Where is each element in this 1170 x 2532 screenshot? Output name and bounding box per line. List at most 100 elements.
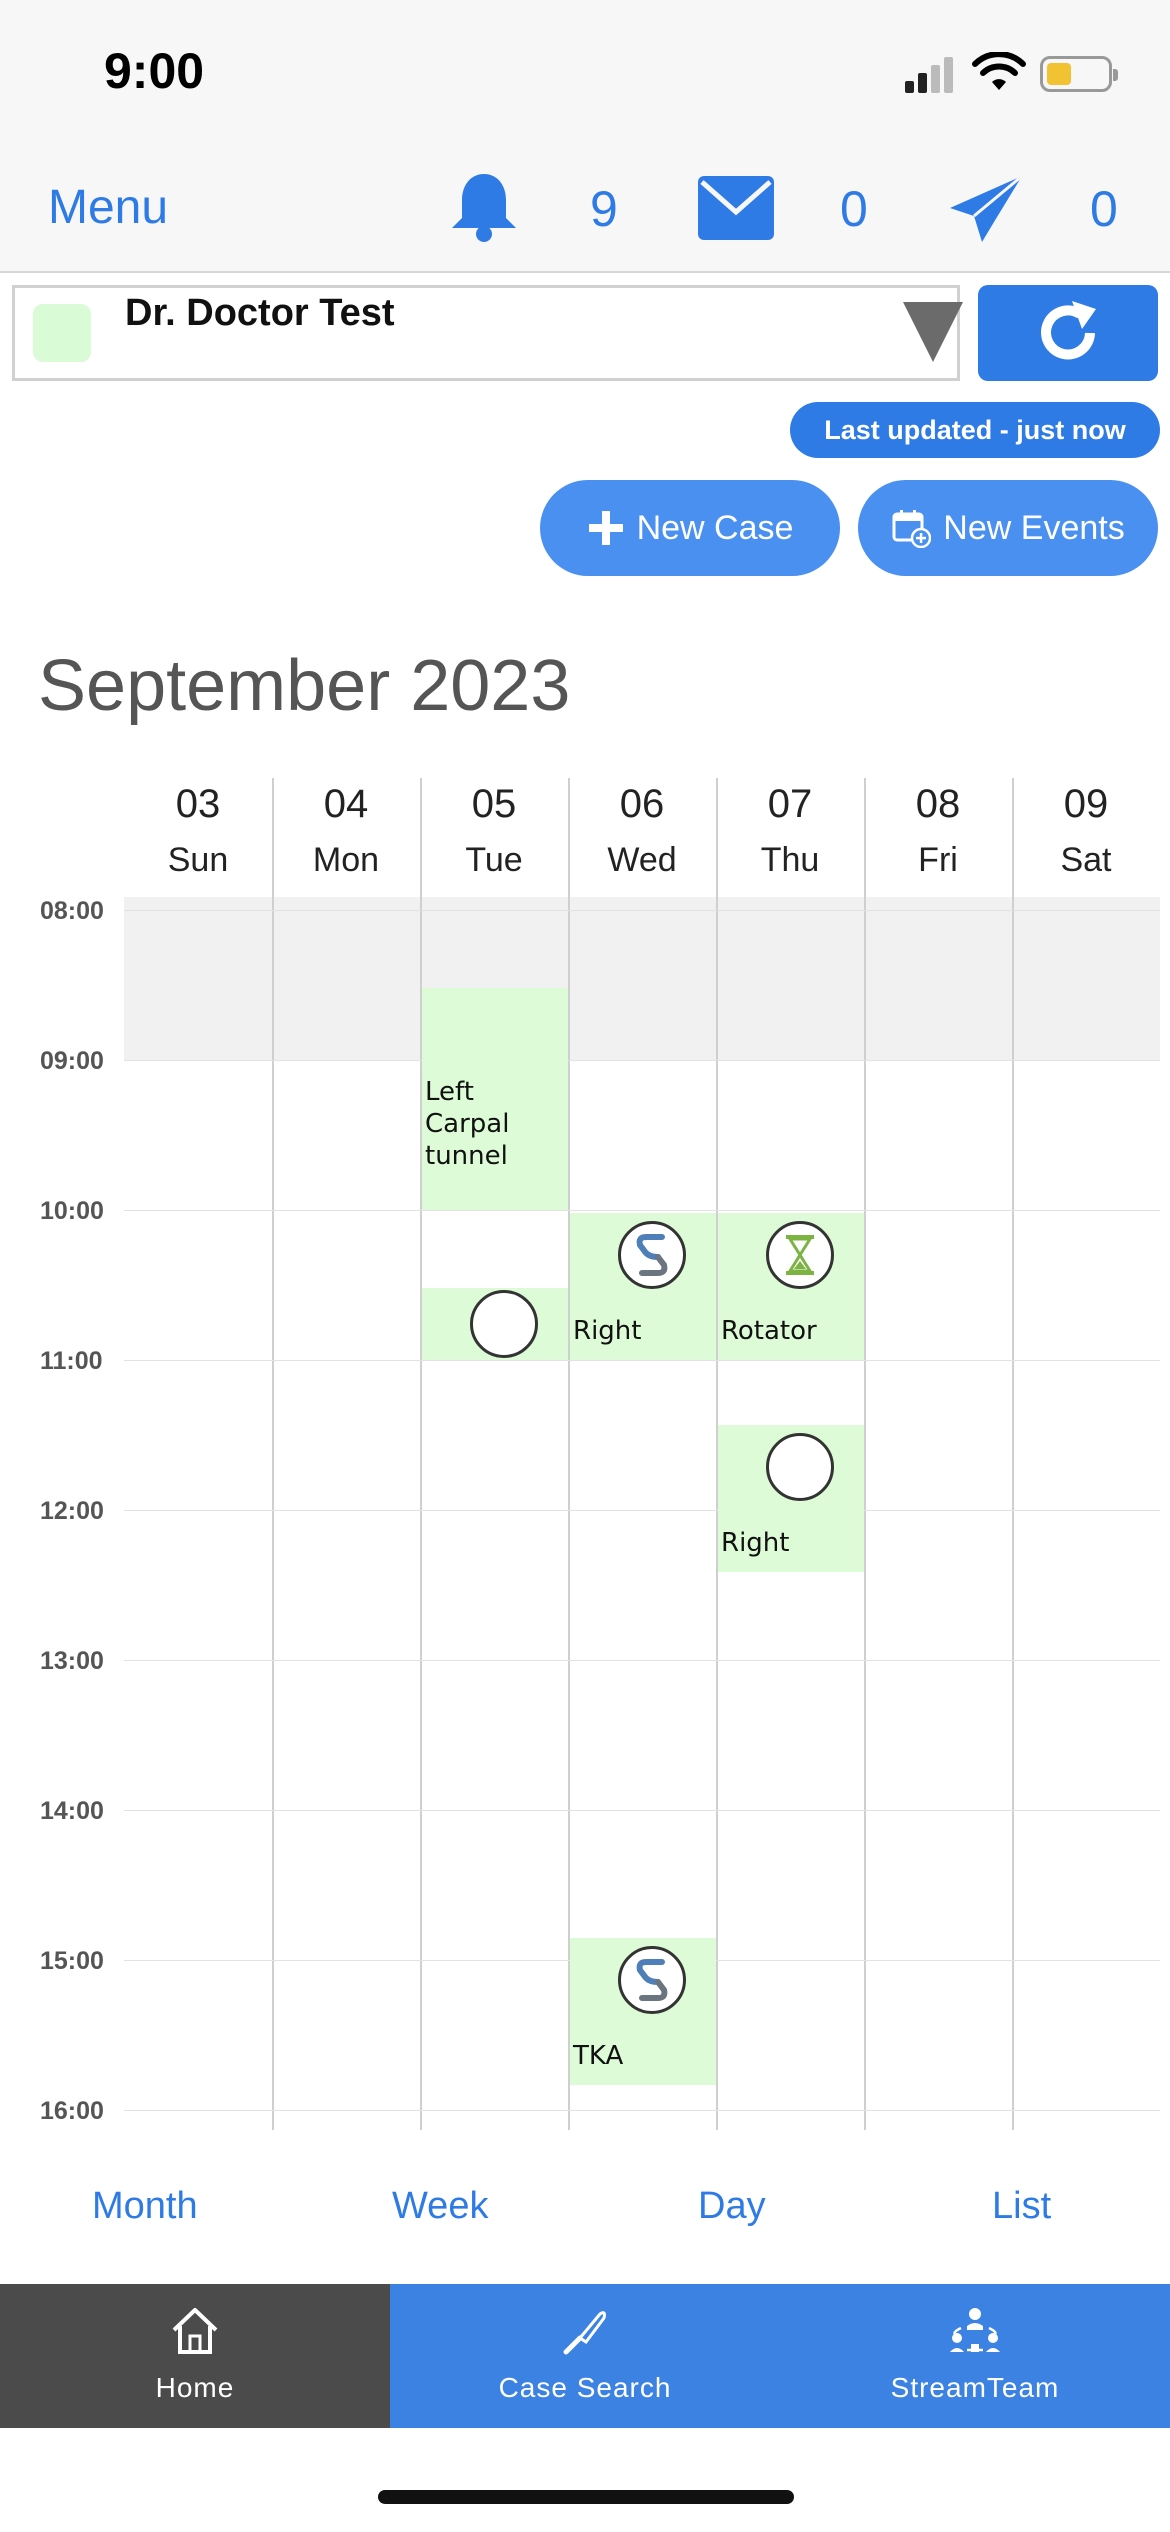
calendar-event[interactable]: Right	[718, 1425, 864, 1572]
week-calendar: 03 Sun 04 Mon 05 Tue 06 Wed 07 Thu 08 Fr…	[0, 770, 1170, 2130]
day-header-sat[interactable]: 09 Sat	[1012, 770, 1160, 890]
day-header-thu[interactable]: 07 Thu	[716, 770, 864, 890]
new-case-label: New Case	[636, 508, 794, 547]
dropdown-caret-icon	[903, 302, 963, 362]
cellular-signal-icon	[905, 55, 957, 93]
menu-button[interactable]: Menu	[48, 180, 168, 235]
hour-label: 15:00	[40, 1947, 104, 1975]
status-bar: 9:00	[0, 0, 1170, 140]
top-nav-bar: Menu 9 0 0	[0, 140, 1170, 273]
calendar-event[interactable]: Right	[570, 1213, 716, 1360]
envelope-icon[interactable]	[698, 176, 774, 240]
status-time: 9:00	[104, 43, 205, 99]
new-events-button[interactable]: New Events	[858, 480, 1158, 576]
tab-home-label: Home	[155, 2372, 235, 2403]
hourglass-icon	[766, 1221, 834, 1289]
event-title: Left Carpal tunnel	[425, 1077, 510, 1171]
bell-icon[interactable]	[446, 170, 522, 244]
day-number: 05	[471, 782, 517, 826]
calendar-event[interactable]: Rotator	[718, 1213, 864, 1360]
calendar-add-icon	[892, 510, 932, 548]
tab-case-search-label: Case Search	[498, 2372, 672, 2403]
wifi-icon	[972, 52, 1026, 90]
battery-icon	[1040, 56, 1118, 92]
day-header-fri[interactable]: 08 Fri	[864, 770, 1012, 890]
last-updated-badge: Last updated - just now	[790, 402, 1160, 458]
view-tab-month[interactable]: Month	[92, 2185, 198, 2228]
paper-plane-icon[interactable]	[948, 174, 1024, 244]
hour-label: 11:00	[40, 1347, 103, 1375]
hour-label: 12:00	[40, 1497, 104, 1525]
day-number: 09	[1063, 782, 1109, 826]
column-divider	[272, 778, 274, 2130]
day-name: Wed	[607, 841, 677, 879]
hour-label: 14:00	[40, 1797, 104, 1825]
day-header-wed[interactable]: 06 Wed	[568, 770, 716, 890]
day-header-tue[interactable]: 05 Tue	[420, 770, 568, 890]
messages-count[interactable]: 0	[840, 180, 868, 238]
home-icon	[172, 2308, 218, 2354]
hour-line	[124, 1810, 1160, 1811]
hour-label: 10:00	[40, 1197, 104, 1225]
column-divider	[568, 778, 570, 2130]
hour-label: 16:00	[40, 2097, 104, 2125]
day-number: 03	[175, 782, 221, 826]
column-divider	[1012, 778, 1014, 2130]
s-logo-icon	[618, 1946, 686, 2014]
hour-line	[124, 1210, 1160, 1211]
event-title: Right	[721, 1528, 790, 1558]
off-hours-shading	[124, 897, 1160, 1061]
hour-label: 09:00	[40, 1047, 104, 1075]
scalpel-icon	[563, 2311, 606, 2355]
column-divider	[420, 778, 422, 2130]
refresh-icon	[1041, 301, 1096, 360]
event-title: Rotator	[721, 1316, 817, 1346]
hour-line	[124, 1060, 1160, 1061]
home-indicator[interactable]	[378, 2490, 794, 2504]
notifications-count[interactable]: 9	[590, 180, 618, 238]
plus-icon	[588, 511, 623, 545]
day-name: Fri	[918, 841, 958, 879]
sent-count[interactable]: 0	[1090, 180, 1118, 238]
hour-line	[124, 1510, 1160, 1511]
day-name: Sun	[167, 841, 229, 879]
team-icon	[950, 2308, 1000, 2352]
hour-line	[124, 2110, 1160, 2111]
calendar-event[interactable]: Left Carpal tunnel	[422, 988, 568, 1210]
day-number: 06	[619, 782, 665, 826]
tab-stream-team[interactable]: StreamTeam	[780, 2284, 1170, 2428]
day-header-sun[interactable]: 03 Sun	[124, 770, 272, 890]
month-title: September 2023	[38, 646, 571, 726]
hour-label: 13:00	[40, 1647, 104, 1675]
new-case-button[interactable]: New Case	[540, 480, 840, 576]
empty-circle-icon	[766, 1433, 834, 1501]
empty-circle-icon	[470, 1290, 538, 1358]
tab-home[interactable]: Home	[0, 2284, 390, 2428]
day-header-mon[interactable]: 04 Mon	[272, 770, 420, 890]
day-name: Thu	[760, 841, 820, 879]
tab-stream-team-label: StreamTeam	[890, 2372, 1060, 2403]
view-tab-list[interactable]: List	[992, 2185, 1051, 2228]
view-tab-week[interactable]: Week	[392, 2185, 488, 2228]
day-name: Mon	[312, 841, 380, 879]
day-number: 08	[915, 782, 961, 826]
column-divider	[864, 778, 866, 2130]
calendar-event[interactable]	[422, 1288, 568, 1360]
s-logo-icon	[618, 1221, 686, 1289]
day-name: Tue	[465, 841, 523, 879]
refresh-button[interactable]	[978, 285, 1158, 381]
hour-line	[124, 1360, 1160, 1361]
doctor-select[interactable]: Dr. Doctor Test	[12, 285, 963, 381]
hour-label: 08:00	[40, 897, 104, 925]
day-number: 07	[767, 782, 813, 826]
tab-case-search[interactable]: Case Search	[390, 2284, 780, 2428]
hour-line	[124, 910, 1160, 911]
calendar-event[interactable]: TKA	[570, 1938, 716, 2085]
bottom-tab-bar: Home Case Search StreamTeam	[0, 2284, 1170, 2428]
doctor-name: Dr. Doctor Test	[125, 292, 395, 334]
new-events-label: New Events	[943, 508, 1125, 547]
doctor-color-swatch	[33, 304, 91, 362]
view-tab-day[interactable]: Day	[698, 2185, 766, 2228]
day-name: Sat	[1060, 841, 1112, 879]
event-title: Right	[573, 1316, 642, 1346]
